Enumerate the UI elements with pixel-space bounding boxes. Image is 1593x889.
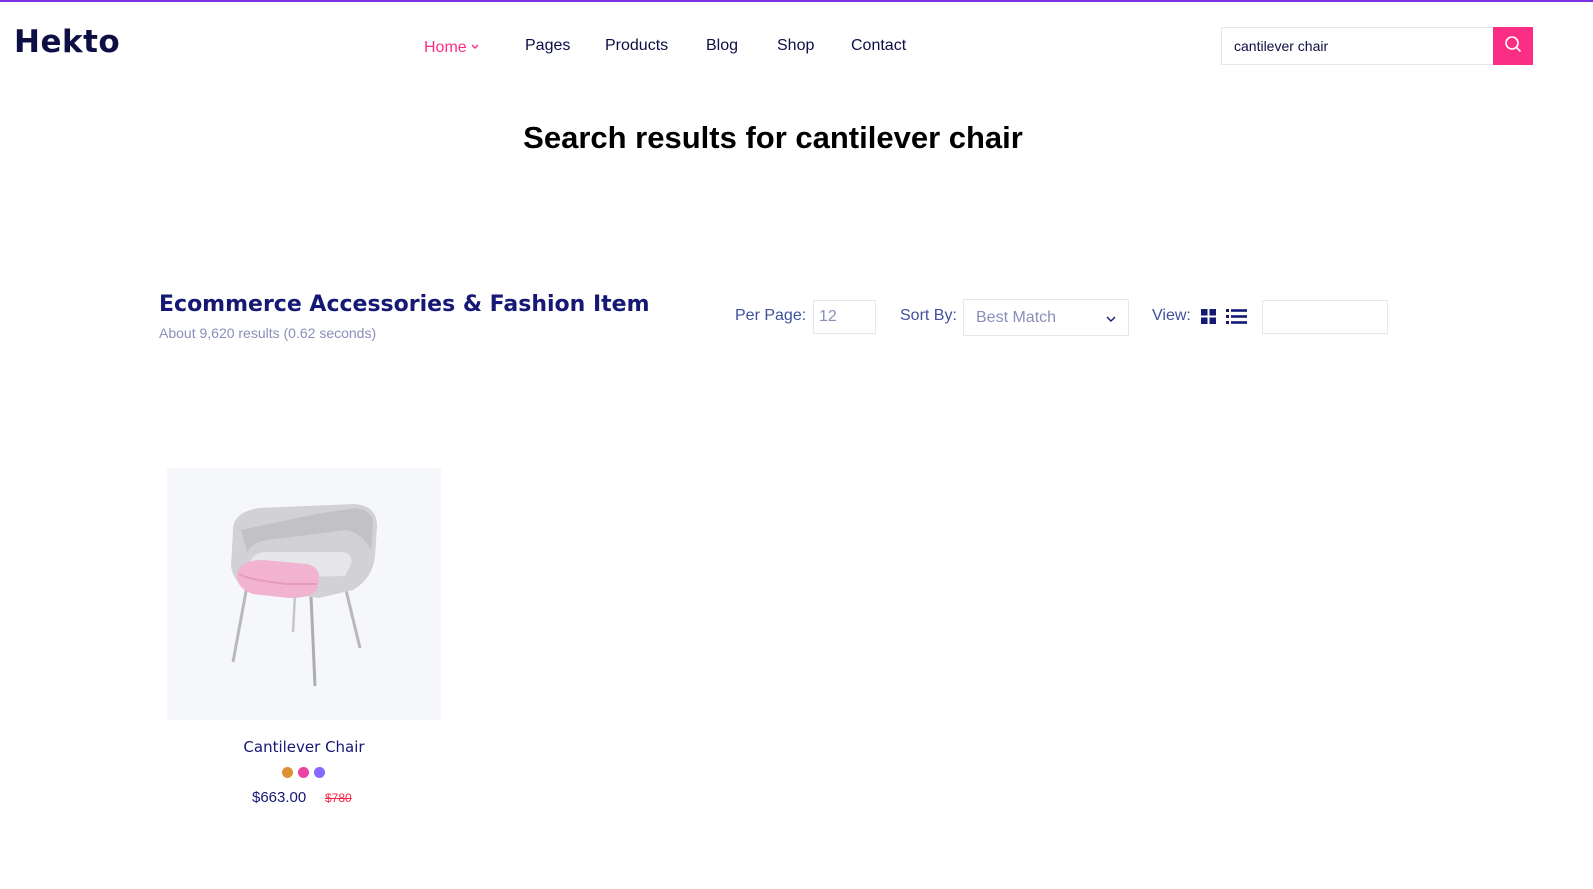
nav-item-shop[interactable]: Shop: [777, 37, 814, 55]
list-view-icon[interactable]: [1226, 308, 1247, 330]
brand-logo[interactable]: Hekto: [14, 24, 120, 60]
sort-by-select[interactable]: Best Match: [963, 299, 1129, 336]
search-button[interactable]: [1493, 27, 1533, 65]
chair-illustration: [231, 504, 377, 687]
results-heading: Ecommerce Accessories & Fashion Item: [159, 292, 650, 317]
nav-item-blog[interactable]: Blog: [706, 37, 738, 55]
color-swatch-pink[interactable]: [298, 767, 309, 778]
nav-label: Home: [424, 39, 467, 56]
product-name[interactable]: Cantilever Chair: [167, 738, 441, 756]
sort-by-value: Best Match: [976, 308, 1057, 326]
color-swatch-purple[interactable]: [314, 767, 325, 778]
product-old-price: $780: [325, 791, 352, 805]
page-title: Search results for cantilever chair: [523, 120, 1023, 155]
product-image[interactable]: [167, 468, 441, 720]
nav-item-home[interactable]: Home: [424, 37, 479, 57]
chevron-down-icon: [471, 37, 479, 55]
sort-by-label: Sort By:: [900, 307, 957, 324]
top-accent-line: [0, 0, 1593, 2]
search-box: [1221, 27, 1532, 65]
view-extra-input[interactable]: [1262, 300, 1388, 334]
grid-view-icon[interactable]: [1201, 308, 1216, 330]
search-icon: [1504, 35, 1522, 58]
view-label: View:: [1152, 307, 1191, 324]
results-meta: About 9,620 results (0.62 seconds): [159, 325, 377, 341]
per-page-label: Per Page:: [735, 307, 807, 324]
search-input[interactable]: [1222, 28, 1494, 64]
color-swatch-orange[interactable]: [282, 767, 293, 778]
chevron-down-icon: [1106, 309, 1116, 327]
product-price: $663.00: [252, 789, 307, 806]
per-page-input[interactable]: [813, 300, 876, 334]
nav-item-products[interactable]: Products: [605, 37, 668, 55]
nav-item-pages[interactable]: Pages: [525, 37, 570, 55]
nav-item-contact[interactable]: Contact: [851, 37, 906, 55]
